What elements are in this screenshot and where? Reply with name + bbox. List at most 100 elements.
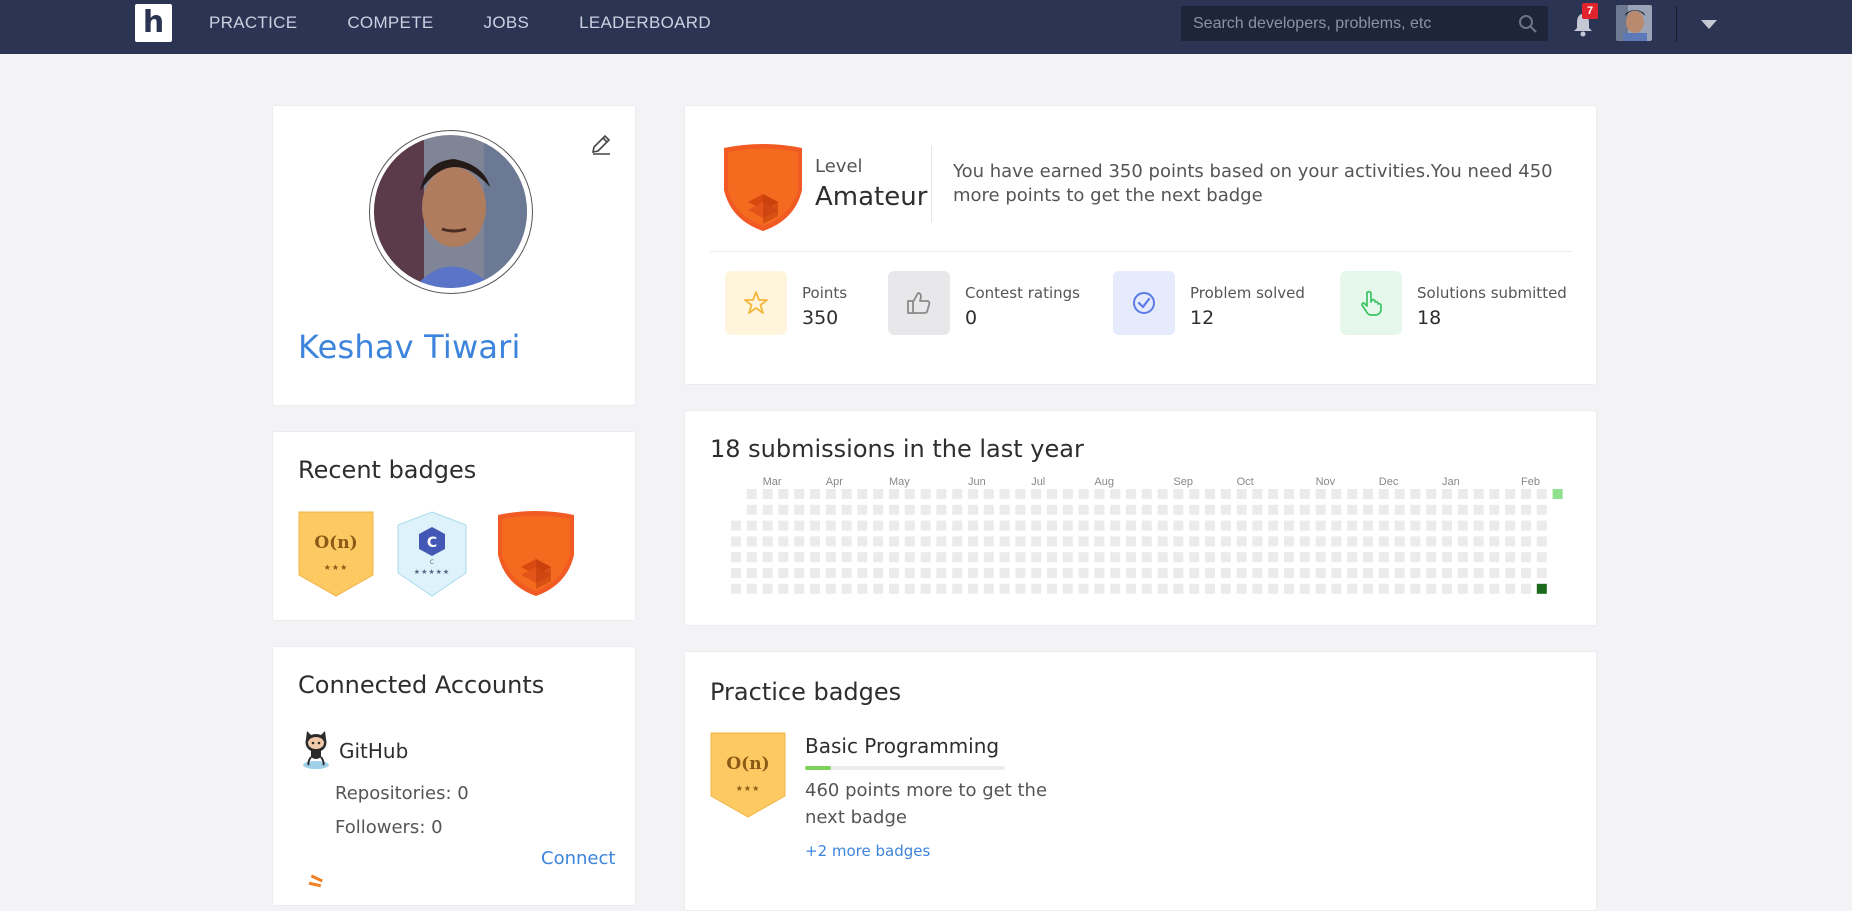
heatmap-cell[interactable] (1331, 489, 1342, 499)
nav-compete[interactable]: COMPETE (347, 13, 433, 33)
heatmap-cell[interactable] (841, 536, 852, 547)
heatmap-cell[interactable] (936, 504, 947, 515)
complexity-badge-icon[interactable]: O(n) ★★★ (298, 511, 374, 597)
heatmap-cell[interactable] (794, 489, 805, 499)
heatmap-cell[interactable] (1284, 568, 1294, 578)
heatmap-cell[interactable] (1394, 536, 1405, 547)
heatmap-cell[interactable] (999, 520, 1010, 531)
heatmap-cell[interactable] (983, 489, 994, 499)
heatmap-cell[interactable] (889, 583, 899, 594)
heatmap-cell[interactable] (1094, 504, 1105, 515)
heatmap-cell[interactable] (1094, 568, 1105, 578)
heatmap-cell[interactable] (1347, 520, 1358, 531)
heatmap-cell[interactable] (857, 536, 868, 547)
heatmap-cell[interactable] (1220, 536, 1231, 547)
heatmap-cell[interactable] (778, 489, 789, 499)
heatmap-cell[interactable] (999, 504, 1010, 515)
heatmap-cell[interactable] (936, 520, 947, 531)
heatmap-cell[interactable] (1015, 504, 1026, 515)
heatmap-cell[interactable] (1331, 536, 1342, 547)
heatmap-cell[interactable] (1047, 568, 1057, 578)
heatmap-cell[interactable] (1489, 536, 1500, 547)
heatmap-cell[interactable] (983, 520, 994, 531)
heatmap-cell[interactable] (1284, 504, 1294, 515)
heatmap-cell[interactable] (778, 504, 789, 515)
heatmap-cell[interactable] (873, 583, 884, 594)
heatmap-cell[interactable] (1489, 520, 1500, 531)
heatmap-cell[interactable] (1299, 520, 1310, 531)
heatmap-cell[interactable] (1426, 489, 1437, 499)
heatmap-cell[interactable] (841, 552, 852, 563)
heatmap-cell[interactable] (1378, 552, 1389, 563)
heatmap-cell[interactable] (825, 568, 836, 578)
heatmap-cell[interactable] (1363, 552, 1373, 563)
heatmap-cell[interactable] (1426, 583, 1437, 594)
heatmap-cell[interactable] (1189, 583, 1200, 594)
heatmap-cell[interactable] (825, 520, 836, 531)
heatmap-cell[interactable] (1205, 536, 1215, 547)
heatmap-cell[interactable] (1521, 552, 1531, 563)
heatmap-cell[interactable] (857, 504, 868, 515)
nav-leaderboard[interactable]: LEADERBOARD (579, 13, 711, 33)
heatmap-cell[interactable] (904, 536, 915, 547)
heatmap-cell[interactable] (968, 552, 978, 563)
search-icon[interactable] (1518, 14, 1538, 34)
heatmap-cell[interactable] (1457, 536, 1468, 547)
heatmap-cell[interactable] (810, 583, 820, 594)
heatmap-cell[interactable] (1252, 552, 1263, 563)
practice-badge-name[interactable]: Basic Programming (805, 734, 999, 758)
heatmap-cell[interactable] (1062, 520, 1073, 531)
nav-jobs[interactable]: JOBS (484, 13, 530, 33)
heatmap-cell[interactable] (825, 489, 836, 499)
heatmap-cell[interactable] (1299, 568, 1310, 578)
heatmap-cell[interactable] (1047, 520, 1057, 531)
heatmap-cell[interactable] (762, 552, 773, 563)
heatmap-cell[interactable] (968, 504, 978, 515)
heatmap-cell[interactable] (1110, 489, 1121, 499)
heatmap-cell[interactable] (1126, 489, 1136, 499)
heatmap-cell[interactable] (1347, 568, 1358, 578)
amateur-shield-icon[interactable] (497, 511, 575, 597)
heatmap-cell[interactable] (778, 536, 789, 547)
heatmap-cell[interactable] (1110, 536, 1121, 547)
heatmap-cell[interactable] (1094, 489, 1105, 499)
heatmap-cell[interactable] (952, 489, 963, 499)
heatmap-cell[interactable] (1410, 520, 1421, 531)
heatmap-cell[interactable] (1268, 583, 1279, 594)
heatmap-cell[interactable] (1031, 489, 1042, 499)
heatmap-cell[interactable] (1252, 504, 1263, 515)
heatmap-cell[interactable] (1236, 568, 1247, 578)
heatmap-cell[interactable] (1031, 583, 1042, 594)
user-avatar[interactable] (1616, 5, 1652, 41)
heatmap-cell[interactable] (1331, 520, 1342, 531)
heatmap-cell[interactable] (1157, 489, 1168, 499)
more-badges-link[interactable]: +2 more badges (805, 842, 930, 860)
nav-practice[interactable]: PRACTICE (209, 13, 297, 33)
heatmap-cell[interactable] (1268, 520, 1279, 531)
heatmap-cell[interactable] (1315, 568, 1326, 578)
heatmap-cell[interactable] (1505, 489, 1516, 499)
heatmap-cell[interactable] (1394, 583, 1405, 594)
heatmap-cell[interactable] (1489, 583, 1500, 594)
heatmap-cell[interactable] (873, 536, 884, 547)
heatmap-cell[interactable] (920, 520, 931, 531)
heatmap-cell[interactable] (1078, 568, 1089, 578)
heatmap-cell[interactable] (1536, 536, 1547, 547)
heatmap-cell[interactable] (1268, 536, 1279, 547)
heatmap-cell[interactable] (1489, 552, 1500, 563)
heatmap-cell[interactable] (1047, 504, 1057, 515)
heatmap-cell[interactable] (999, 583, 1010, 594)
heatmap-cell[interactable] (1126, 504, 1136, 515)
heatmap-cell[interactable] (778, 520, 789, 531)
heatmap-cell[interactable] (1315, 520, 1326, 531)
heatmap-cell[interactable] (1173, 504, 1184, 515)
heatmap-cell[interactable] (1410, 504, 1421, 515)
heatmap-cell[interactable] (1331, 583, 1342, 594)
heatmap-cell[interactable] (825, 583, 836, 594)
heatmap-cell[interactable] (952, 536, 963, 547)
heatmap-cell[interactable] (1347, 552, 1358, 563)
heatmap-cell[interactable] (857, 520, 868, 531)
heatmap-cell[interactable] (1110, 583, 1121, 594)
heatmap-cell[interactable] (1078, 520, 1089, 531)
heatmap-cell[interactable] (904, 520, 915, 531)
